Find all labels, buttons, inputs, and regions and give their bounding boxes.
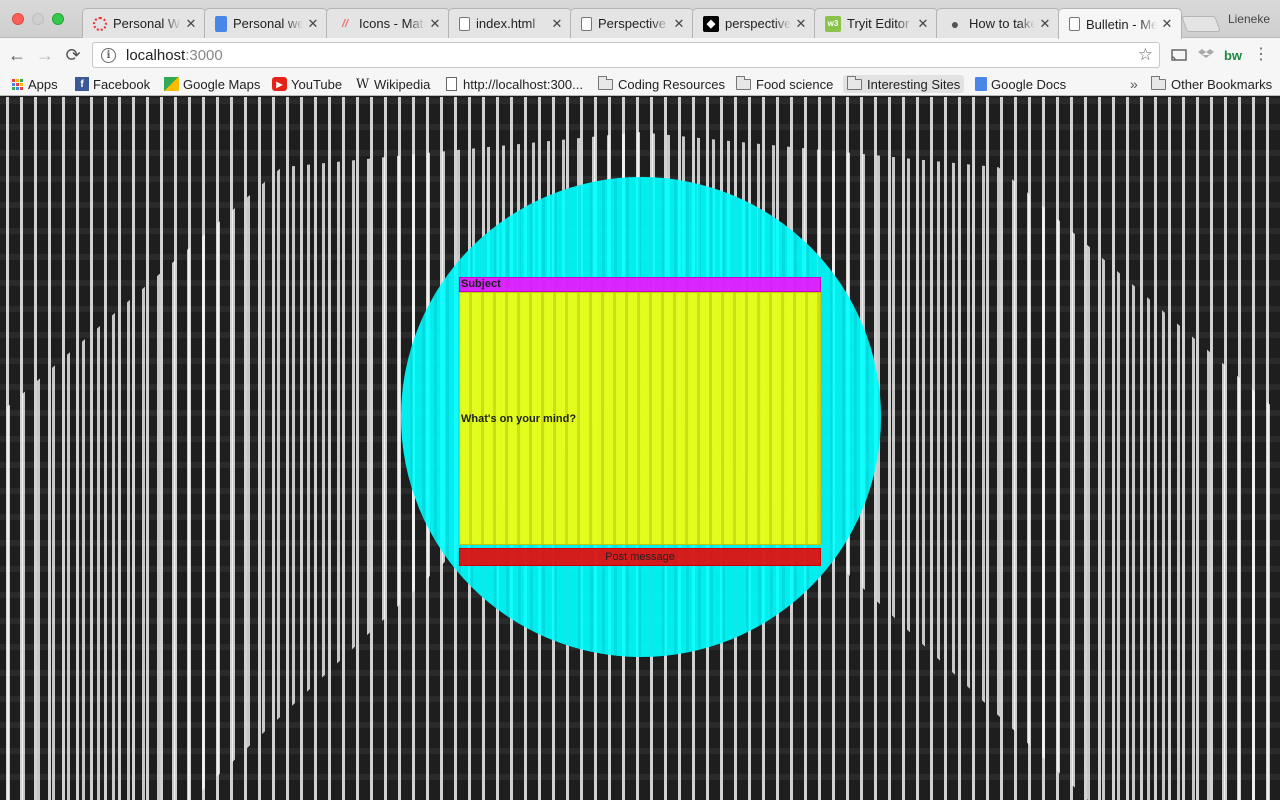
subject-input[interactable]: Subject	[459, 277, 821, 292]
bookmark-label: Food science	[756, 76, 834, 92]
tab-tryit-editor[interactable]: w3 Tryit Editor ✕	[814, 8, 938, 38]
bookmark-label: Wikipedia	[374, 76, 431, 92]
tab-title: perspective	[725, 16, 791, 31]
tab-strip: Personal We ✕ Personal we ✕ // Icons - M…	[0, 0, 1280, 39]
bookmark-google-maps[interactable]: Google Maps	[164, 75, 260, 93]
back-button[interactable]: ←	[6, 44, 28, 66]
folder-icon	[1151, 75, 1166, 90]
profile-name[interactable]: Lieneke	[1228, 12, 1270, 26]
post-form: Subject What's on your mind? Post messag…	[459, 277, 821, 566]
bookmark-label: YouTube	[291, 76, 343, 92]
bookmark-star-icon[interactable]: ☆	[1138, 45, 1153, 65]
bookmark-label: Google Maps	[183, 76, 261, 92]
zoom-window-button[interactable]	[52, 13, 64, 25]
browser-toolbar: ← → ⟳ i localhost:3000 ☆ bw ⋮	[0, 38, 1280, 72]
close-icon[interactable]: ✕	[185, 16, 197, 32]
bookmark-localhost[interactable]: http://localhost:300...	[446, 75, 583, 93]
close-icon[interactable]: ✕	[1039, 16, 1051, 32]
reload-button[interactable]: ⟳	[62, 44, 84, 66]
tab-title: How to take	[969, 16, 1035, 31]
github-icon: ◆	[703, 15, 719, 32]
tab-title: index.html	[476, 16, 536, 31]
post-message-button[interactable]: Post message	[459, 548, 821, 566]
bookmark-label: Interesting Sites	[867, 76, 961, 92]
tab-personal-doc[interactable]: Personal we ✕	[204, 8, 328, 38]
page-viewport: Subject What's on your mind? Post messag…	[0, 97, 1280, 800]
tab-title: Personal We	[113, 16, 181, 31]
bookmark-other-bookmarks[interactable]: Other Bookmarks	[1151, 75, 1272, 93]
folder-icon	[598, 75, 613, 90]
tab-title: Perspective	[598, 16, 666, 31]
bookmarks-overflow-button[interactable]: »	[1130, 75, 1138, 93]
info-icon[interactable]: i	[101, 47, 116, 63]
tab-title: Icons - Mate	[359, 16, 425, 31]
tab-title: Tryit Editor	[847, 16, 910, 31]
bookmark-coding-resources[interactable]: Coding Resources	[598, 75, 725, 93]
w3schools-icon: w3	[825, 15, 841, 32]
folder-icon	[847, 75, 862, 90]
bookmark-facebook[interactable]: f Facebook	[75, 75, 150, 93]
document-icon	[581, 16, 592, 31]
bookmark-wikipedia[interactable]: W Wikipedia	[355, 75, 431, 93]
tab-icons-materialize[interactable]: // Icons - Mate ✕	[326, 8, 450, 38]
bookmark-interesting-sites[interactable]: Interesting Sites	[843, 75, 965, 93]
close-icon[interactable]: ✕	[673, 16, 685, 32]
close-icon[interactable]: ✕	[917, 16, 929, 32]
bookmark-label: Apps	[28, 76, 58, 92]
message-textarea[interactable]: What's on your mind?	[459, 292, 821, 545]
bookmark-label: Facebook	[93, 76, 151, 92]
opera-icon	[93, 16, 107, 31]
bookmark-google-docs[interactable]: Google Docs	[975, 75, 1066, 93]
bookmark-youtube[interactable]: ▶ YouTube	[272, 75, 342, 93]
tab-title: Bulletin - Me	[1086, 16, 1157, 32]
forward-button[interactable]: →	[34, 44, 56, 66]
address-bar[interactable]: i localhost:3000 ☆	[92, 42, 1160, 68]
message-placeholder: What's on your mind?	[461, 412, 577, 425]
bookmark-label: Other Bookmarks	[1171, 76, 1273, 92]
dropbox-icon[interactable]	[1197, 46, 1215, 64]
url-host: localhost	[126, 46, 186, 64]
bookmark-label: Coding Resources	[618, 76, 725, 92]
url-port: :3000	[185, 46, 223, 64]
apps-icon	[12, 78, 23, 90]
bookmark-apps[interactable]: Apps	[12, 75, 58, 93]
bookmark-label: Google Docs	[991, 76, 1067, 92]
tab-bulletin[interactable]: Bulletin - Me ✕	[1058, 8, 1182, 39]
tab-how-to-take[interactable]: ● How to take ✕	[936, 8, 1060, 38]
google-maps-icon	[164, 77, 179, 91]
new-tab-button[interactable]	[1181, 16, 1221, 32]
tab-title: Personal we	[233, 16, 303, 31]
close-icon[interactable]: ✕	[795, 16, 807, 32]
tab-personal-website[interactable]: Personal We ✕	[82, 8, 206, 38]
document-icon	[446, 77, 457, 91]
google-docs-icon	[975, 77, 987, 91]
google-docs-icon	[215, 15, 227, 32]
wikipedia-icon: W	[355, 76, 370, 92]
folder-icon	[736, 75, 751, 90]
bookmarks-bar: Apps f Facebook Google Maps ▶ YouTube W …	[0, 72, 1280, 96]
close-icon[interactable]: ✕	[1161, 16, 1173, 32]
document-icon	[459, 16, 470, 31]
minimize-window-button[interactable]	[32, 13, 44, 25]
document-icon	[1069, 17, 1080, 31]
bookmark-food-science[interactable]: Food science	[736, 75, 833, 93]
apple-icon: ●	[950, 15, 960, 32]
materialize-icon: //	[341, 17, 349, 30]
bookmark-label: http://localhost:300...	[463, 76, 583, 92]
close-icon[interactable]: ✕	[429, 16, 441, 32]
facebook-icon: f	[75, 77, 89, 91]
menu-icon[interactable]: ⋮	[1253, 46, 1269, 64]
close-icon[interactable]: ✕	[307, 16, 319, 32]
close-window-button[interactable]	[12, 13, 24, 25]
tab-index-html[interactable]: index.html ✕	[448, 8, 572, 38]
close-icon[interactable]: ✕	[551, 16, 563, 32]
tab-perspective[interactable]: Perspective ✕	[570, 8, 694, 38]
youtube-icon: ▶	[272, 77, 287, 91]
cast-icon[interactable]	[1170, 46, 1188, 64]
bw-icon[interactable]: bw	[1222, 46, 1244, 64]
tab-perspective-github[interactable]: ◆ perspective ✕	[692, 8, 816, 38]
